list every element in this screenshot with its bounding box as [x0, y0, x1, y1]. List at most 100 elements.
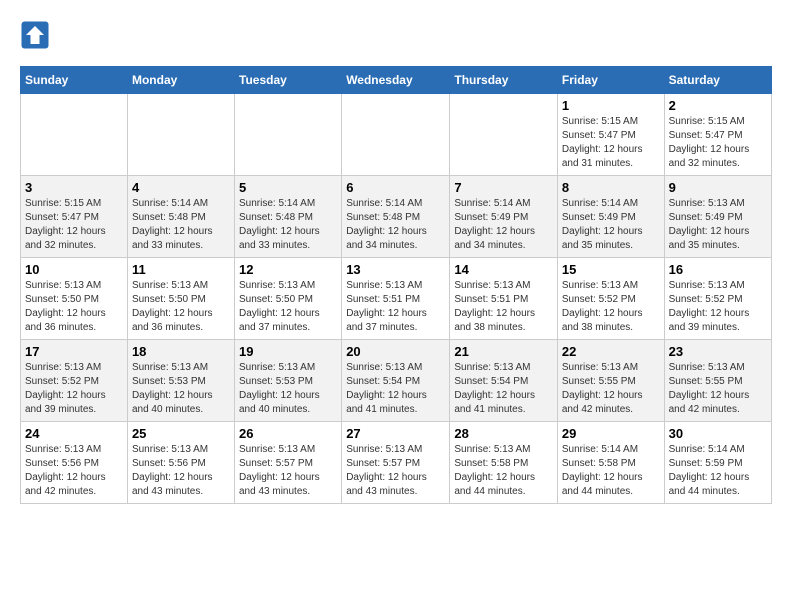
day-info: Sunrise: 5:14 AM Sunset: 5:58 PM Dayligh… — [562, 443, 660, 499]
calendar-cell: 25 Sunrise: 5:13 AM Sunset: 5:56 PM Dayli… — [127, 422, 234, 504]
calendar-cell — [127, 94, 234, 176]
day-info: Sunrise: 5:13 AM Sunset: 5:56 PM Dayligh… — [132, 443, 230, 499]
calendar-week-2: 3Sunrise: 5:15 AM Sunset: 5:47 PM Daylig… — [21, 176, 772, 258]
day-header-saturday: Saturday — [664, 67, 771, 94]
day-number: 2 — [669, 98, 767, 113]
day-number: 20 — [346, 344, 445, 359]
calendar-cell: 26Sunrise: 5:13 AM Sunset: 5:57 PM Dayli… — [235, 422, 342, 504]
calendar-cell: 30 Sunrise: 5:14 AM Sunset: 5:59 PM Dayli… — [664, 422, 771, 504]
calendar-week-4: 17 Sunrise: 5:13 AM Sunset: 5:52 PM Dayli… — [21, 340, 772, 422]
day-number: 8 — [562, 180, 660, 195]
calendar-cell: 6 Sunrise: 5:14 AM Sunset: 5:48 PM Daylig… — [342, 176, 450, 258]
calendar-cell: 23 Sunrise: 5:13 AM Sunset: 5:55 PM Dayli… — [664, 340, 771, 422]
calendar-cell — [235, 94, 342, 176]
day-info: Sunrise: 5:13 AM Sunset: 5:53 PM Dayligh… — [132, 361, 230, 417]
calendar-cell: 11 Sunrise: 5:13 AM Sunset: 5:50 PM Dayli… — [127, 258, 234, 340]
day-number: 28 — [454, 426, 553, 441]
day-info: Sunrise: 5:13 AM Sunset: 5:56 PM Dayligh… — [25, 443, 123, 499]
day-info: Sunrise: 5:13 AM Sunset: 5:50 PM Dayligh… — [132, 279, 230, 335]
calendar-cell: 2 Sunrise: 5:15 AM Sunset: 5:47 PM Daylig… — [664, 94, 771, 176]
day-info: Sunrise: 5:14 AM Sunset: 5:49 PM Dayligh… — [562, 197, 660, 253]
calendar-cell: 7 Sunrise: 5:14 AM Sunset: 5:49 PM Daylig… — [450, 176, 558, 258]
day-number: 7 — [454, 180, 553, 195]
day-number: 4 — [132, 180, 230, 195]
logo-icon — [20, 20, 50, 50]
day-info: Sunrise: 5:13 AM Sunset: 5:51 PM Dayligh… — [454, 279, 553, 335]
calendar-cell: 16 Sunrise: 5:13 AM Sunset: 5:52 PM Dayli… — [664, 258, 771, 340]
day-info: Sunrise: 5:15 AM Sunset: 5:47 PM Dayligh… — [562, 115, 660, 171]
day-info: Sunrise: 5:13 AM Sunset: 5:51 PM Dayligh… — [346, 279, 445, 335]
day-info: Sunrise: 5:14 AM Sunset: 5:59 PM Dayligh… — [669, 443, 767, 499]
day-info: Sunrise: 5:15 AM Sunset: 5:47 PM Dayligh… — [669, 115, 767, 171]
day-header-tuesday: Tuesday — [235, 67, 342, 94]
calendar-cell: 22 Sunrise: 5:13 AM Sunset: 5:55 PM Dayli… — [557, 340, 664, 422]
calendar-cell: 13 Sunrise: 5:13 AM Sunset: 5:51 PM Dayli… — [342, 258, 450, 340]
day-info: Sunrise: 5:14 AM Sunset: 5:48 PM Dayligh… — [132, 197, 230, 253]
day-info: Sunrise: 5:14 AM Sunset: 5:49 PM Dayligh… — [454, 197, 553, 253]
day-info: Sunrise: 5:13 AM Sunset: 5:54 PM Dayligh… — [346, 361, 445, 417]
day-number: 6 — [346, 180, 445, 195]
day-number: 30 — [669, 426, 767, 441]
day-info: Sunrise: 5:14 AM Sunset: 5:48 PM Dayligh… — [239, 197, 337, 253]
calendar-table: SundayMondayTuesdayWednesdayThursdayFrid… — [20, 66, 772, 504]
day-number: 22 — [562, 344, 660, 359]
day-header-monday: Monday — [127, 67, 234, 94]
day-header-sunday: Sunday — [21, 67, 128, 94]
calendar-cell: 3Sunrise: 5:15 AM Sunset: 5:47 PM Daylig… — [21, 176, 128, 258]
day-number: 5 — [239, 180, 337, 195]
day-info: Sunrise: 5:13 AM Sunset: 5:49 PM Dayligh… — [669, 197, 767, 253]
calendar-cell: 4 Sunrise: 5:14 AM Sunset: 5:48 PM Daylig… — [127, 176, 234, 258]
day-number: 12 — [239, 262, 337, 277]
day-number: 25 — [132, 426, 230, 441]
day-number: 10 — [25, 262, 123, 277]
calendar-cell: 27 Sunrise: 5:13 AM Sunset: 5:57 PM Dayli… — [342, 422, 450, 504]
day-header-thursday: Thursday — [450, 67, 558, 94]
day-number: 13 — [346, 262, 445, 277]
calendar-cell — [21, 94, 128, 176]
day-number: 26 — [239, 426, 337, 441]
day-number: 11 — [132, 262, 230, 277]
day-info: Sunrise: 5:13 AM Sunset: 5:52 PM Dayligh… — [562, 279, 660, 335]
day-info: Sunrise: 5:13 AM Sunset: 5:54 PM Dayligh… — [454, 361, 553, 417]
calendar-cell: 9 Sunrise: 5:13 AM Sunset: 5:49 PM Daylig… — [664, 176, 771, 258]
day-info: Sunrise: 5:13 AM Sunset: 5:52 PM Dayligh… — [669, 279, 767, 335]
day-info: Sunrise: 5:13 AM Sunset: 5:55 PM Dayligh… — [562, 361, 660, 417]
day-number: 1 — [562, 98, 660, 113]
day-number: 27 — [346, 426, 445, 441]
page-header — [20, 20, 772, 50]
day-number: 17 — [25, 344, 123, 359]
day-header-wednesday: Wednesday — [342, 67, 450, 94]
calendar-cell: 29 Sunrise: 5:14 AM Sunset: 5:58 PM Dayli… — [557, 422, 664, 504]
calendar-cell: 17 Sunrise: 5:13 AM Sunset: 5:52 PM Dayli… — [21, 340, 128, 422]
day-number: 9 — [669, 180, 767, 195]
calendar-cell: 24 Sunrise: 5:13 AM Sunset: 5:56 PM Dayli… — [21, 422, 128, 504]
calendar-week-1: 1 Sunrise: 5:15 AM Sunset: 5:47 PM Daylig… — [21, 94, 772, 176]
day-info: Sunrise: 5:13 AM Sunset: 5:57 PM Dayligh… — [346, 443, 445, 499]
logo — [20, 20, 54, 50]
calendar-cell: 1 Sunrise: 5:15 AM Sunset: 5:47 PM Daylig… — [557, 94, 664, 176]
calendar-cell: 20 Sunrise: 5:13 AM Sunset: 5:54 PM Dayli… — [342, 340, 450, 422]
day-info: Sunrise: 5:13 AM Sunset: 5:50 PM Dayligh… — [239, 279, 337, 335]
day-info: Sunrise: 5:13 AM Sunset: 5:53 PM Dayligh… — [239, 361, 337, 417]
day-info: Sunrise: 5:13 AM Sunset: 5:55 PM Dayligh… — [669, 361, 767, 417]
calendar-cell: 19 Sunrise: 5:13 AM Sunset: 5:53 PM Dayli… — [235, 340, 342, 422]
day-number: 18 — [132, 344, 230, 359]
day-number: 14 — [454, 262, 553, 277]
day-number: 19 — [239, 344, 337, 359]
day-number: 24 — [25, 426, 123, 441]
day-info: Sunrise: 5:14 AM Sunset: 5:48 PM Dayligh… — [346, 197, 445, 253]
calendar-week-3: 10 Sunrise: 5:13 AM Sunset: 5:50 PM Dayli… — [21, 258, 772, 340]
calendar-cell: 10Sunrise: 5:13 AM Sunset: 5:50 PM Dayli… — [21, 258, 128, 340]
calendar-cell — [342, 94, 450, 176]
day-number: 16 — [669, 262, 767, 277]
day-info: Sunrise: 5:13 AM Sunset: 5:58 PM Dayligh… — [454, 443, 553, 499]
day-number: 15 — [562, 262, 660, 277]
day-info: Sunrise: 5:13 AM Sunset: 5:52 PM Dayligh… — [25, 361, 123, 417]
day-header-friday: Friday — [557, 67, 664, 94]
day-number: 23 — [669, 344, 767, 359]
calendar-cell: 18 Sunrise: 5:13 AM Sunset: 5:53 PM Dayli… — [127, 340, 234, 422]
calendar-cell: 21Sunrise: 5:13 AM Sunset: 5:54 PM Dayli… — [450, 340, 558, 422]
calendar-cell: 15 Sunrise: 5:13 AM Sunset: 5:52 PM Dayli… — [557, 258, 664, 340]
day-number: 29 — [562, 426, 660, 441]
day-info: Sunrise: 5:15 AM Sunset: 5:47 PM Dayligh… — [25, 197, 123, 253]
